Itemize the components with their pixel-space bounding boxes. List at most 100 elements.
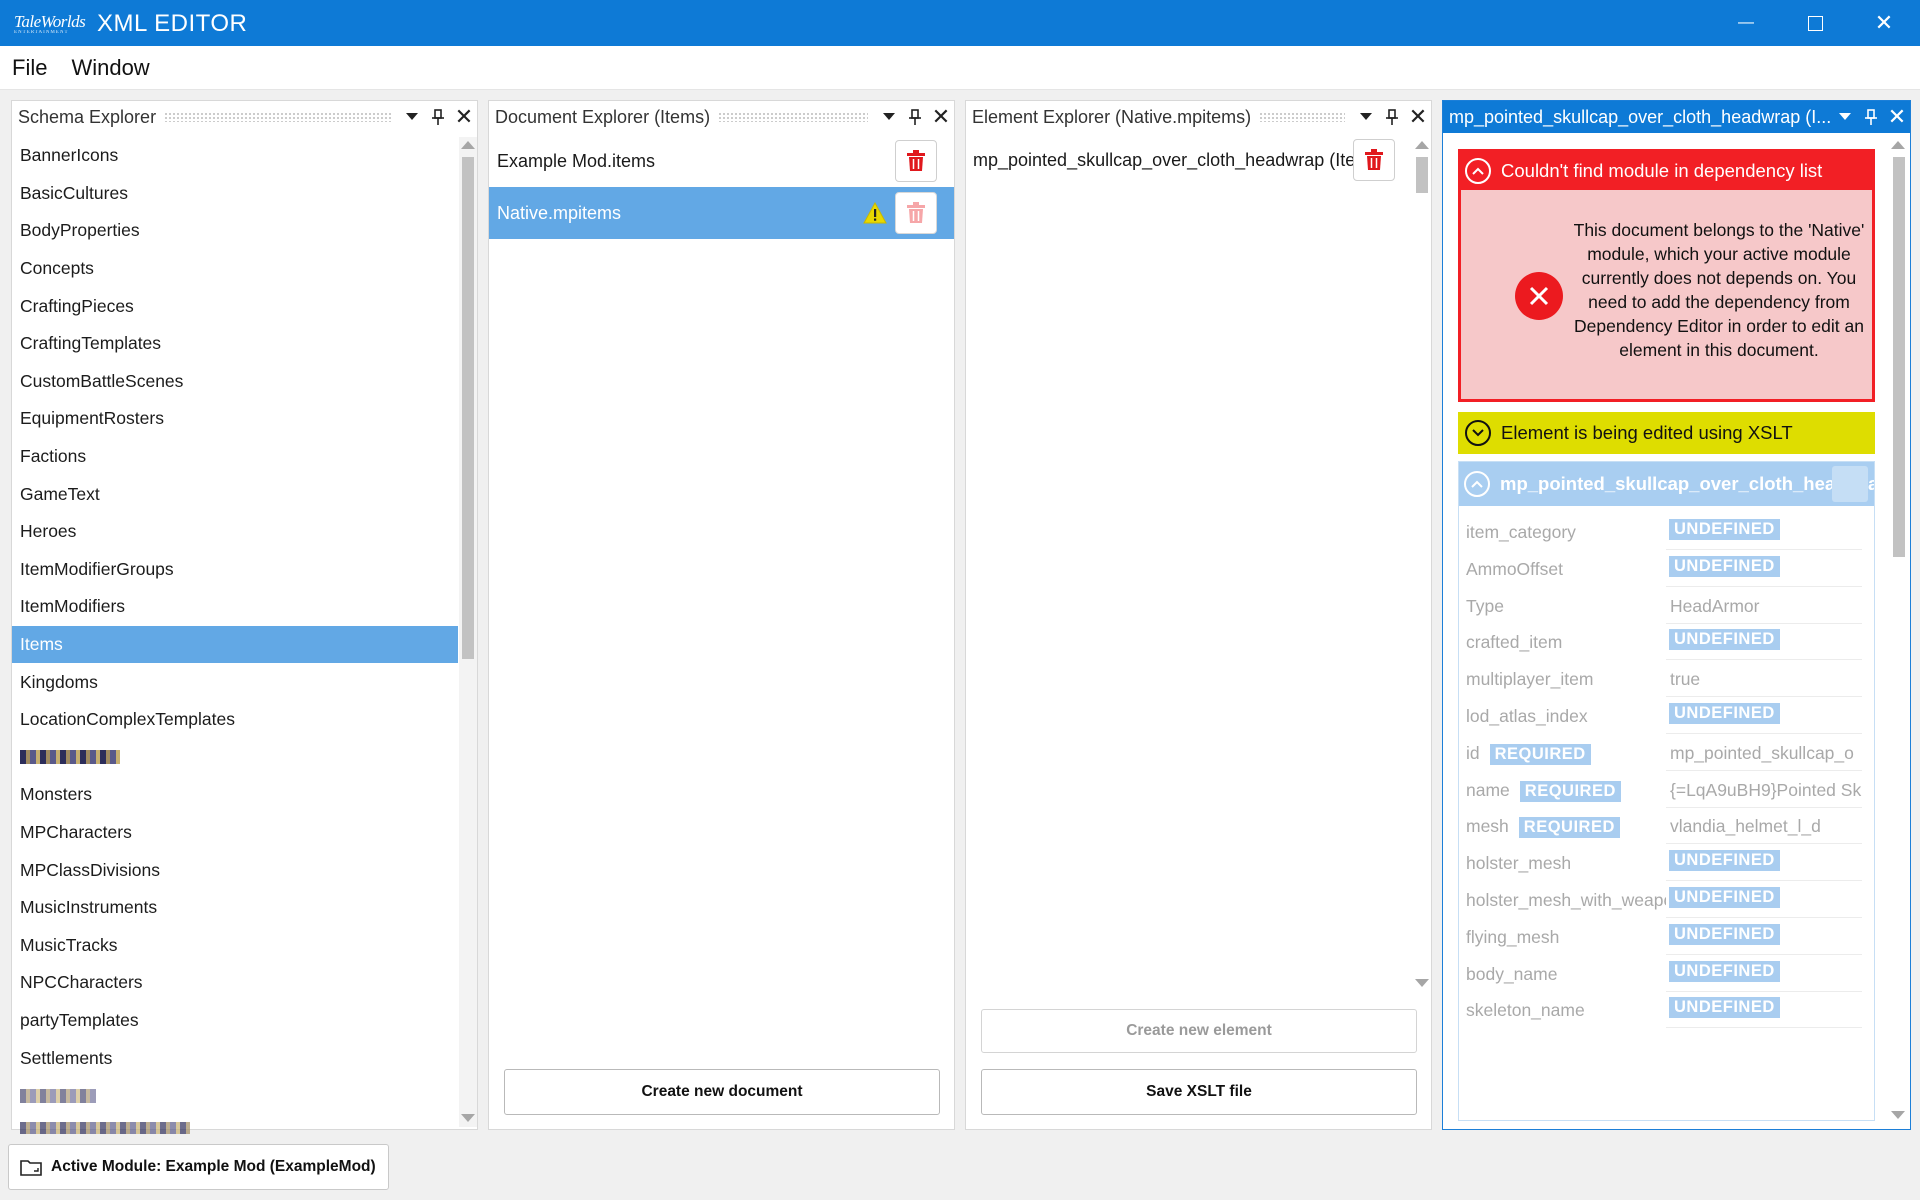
document-row-selected[interactable]: Native.mpitems (489, 187, 954, 239)
schema-item[interactable]: Settlements (12, 1039, 458, 1077)
minimize-button[interactable]: — (1712, 0, 1780, 46)
attribute-value: vlandia_helmet_l_d (1670, 816, 1821, 837)
schema-item[interactable]: ItemModifierGroups (12, 551, 458, 589)
editor-scrollbar[interactable] (1888, 137, 1910, 1127)
xslt-notice[interactable]: Element is being edited using XSLT (1458, 412, 1875, 454)
active-module-button[interactable]: Active Module: Example Mod (ExampleMod) (8, 1144, 389, 1190)
schema-item[interactable]: BasicCultures (12, 175, 458, 213)
schema-item[interactable]: Factions (12, 438, 458, 476)
attribute-value-field[interactable]: UNDEFINED (1666, 882, 1862, 918)
attribute-name: body_name (1466, 963, 1558, 984)
attribute-value-field[interactable]: UNDEFINED (1666, 624, 1862, 661)
pin-icon[interactable] (425, 104, 451, 130)
save-xslt-button[interactable]: Save XSLT file (981, 1069, 1417, 1115)
schema-item-obscured[interactable] (12, 1077, 458, 1115)
schema-item[interactable]: Kingdoms (12, 663, 458, 701)
element-options-button[interactable] (1832, 466, 1868, 502)
menu-file[interactable]: File (0, 55, 59, 81)
close-panel-icon[interactable]: ✕ (1405, 104, 1431, 130)
document-row[interactable]: Example Mod.items (489, 135, 954, 187)
scroll-down-icon[interactable] (461, 1114, 475, 1122)
scroll-thumb[interactable] (462, 157, 474, 659)
obscured-text (20, 1088, 96, 1103)
scroll-up-icon[interactable] (1891, 141, 1905, 149)
schema-item[interactable]: NPCCharacters (12, 964, 458, 1002)
attribute-value-field[interactable]: UNDEFINED (1666, 956, 1862, 992)
expand-icon[interactable] (1465, 420, 1491, 446)
attribute-value-field[interactable]: UNDEFINED (1666, 845, 1862, 882)
collapse-icon[interactable] (1464, 471, 1490, 497)
maximize-icon (1807, 15, 1823, 31)
schema-item[interactable]: CustomBattleScenes (12, 363, 458, 401)
undefined-badge: UNDEFINED (1669, 960, 1780, 982)
schema-item[interactable]: GameText (12, 475, 458, 513)
attribute-value-field[interactable]: HeadArmor (1666, 588, 1862, 624)
element-explorer-header: Element Explorer (Native.mpitems) ✕ (966, 101, 1431, 133)
element-editor-panel: mp_pointed_skullcap_over_cloth_headwrap … (1442, 100, 1911, 1130)
element-scrollbar[interactable] (1413, 137, 1431, 995)
drag-grip[interactable] (1259, 112, 1345, 122)
required-badge: REQUIRED (1518, 817, 1620, 839)
schema-item[interactable]: MusicInstruments (12, 889, 458, 927)
close-button[interactable]: ✕ (1850, 0, 1918, 46)
element-row[interactable]: mp_pointed_skullcap_over_cloth_headwrap … (966, 137, 1414, 183)
xslt-notice-text: Element is being edited using XSLT (1501, 422, 1793, 443)
attribute-value-field[interactable]: mp_pointed_skullcap_o (1666, 735, 1862, 771)
collapse-icon[interactable] (1465, 158, 1491, 184)
scroll-thumb[interactable] (1416, 157, 1428, 193)
schema-item[interactable]: Concepts (12, 250, 458, 288)
create-document-button[interactable]: Create new document (504, 1069, 940, 1115)
attribute-value-field[interactable]: UNDEFINED (1666, 698, 1862, 734)
attribute-value-field[interactable]: UNDEFINED (1666, 551, 1862, 587)
menu-window[interactable]: Window (59, 55, 161, 81)
attribute-value-field[interactable]: true (1666, 661, 1862, 698)
schema-item-obscured[interactable] (12, 739, 458, 777)
schema-item[interactable]: BodyProperties (12, 212, 458, 250)
delete-document-button[interactable] (895, 140, 937, 182)
schema-item[interactable]: MusicTracks (12, 926, 458, 964)
close-panel-icon[interactable]: ✕ (1884, 104, 1910, 130)
schema-item[interactable]: Heroes (12, 513, 458, 551)
pin-icon[interactable] (1379, 104, 1405, 130)
element-header[interactable]: mp_pointed_skullcap_over_cloth_headwrap (1459, 462, 1874, 506)
scroll-up-icon[interactable] (461, 141, 475, 149)
attribute-value-field[interactable]: {=LqA9uBH9}Pointed Sk (1666, 772, 1862, 808)
schema-item[interactable]: CraftingTemplates (12, 325, 458, 363)
element-name: mp_pointed_skullcap_over_cloth_headwrap … (973, 149, 1377, 170)
dropdown-icon[interactable] (399, 104, 425, 130)
attribute-value-field[interactable]: vlandia_helmet_l_d (1666, 808, 1862, 845)
error-header[interactable]: Couldn't find module in dependency list (1461, 152, 1872, 190)
schema-item[interactable]: Monsters (12, 776, 458, 814)
schema-item[interactable]: partyTemplates (12, 1002, 458, 1040)
maximize-button[interactable] (1781, 0, 1849, 46)
error-icon (1515, 272, 1563, 320)
create-element-button[interactable]: Create new element (981, 1009, 1417, 1053)
undefined-badge: UNDEFINED (1669, 519, 1780, 540)
schema-item[interactable]: ItemModifiers (12, 588, 458, 626)
dropdown-icon[interactable] (1832, 104, 1858, 130)
schema-scrollbar[interactable] (459, 137, 477, 1127)
element-editor-title: mp_pointed_skullcap_over_cloth_headwrap … (1449, 106, 1832, 127)
schema-item[interactable]: EquipmentRosters (12, 400, 458, 438)
close-panel-icon[interactable]: ✕ (451, 104, 477, 130)
schema-item[interactable]: BannerIcons (12, 137, 458, 175)
schema-item[interactable]: CraftingPieces (12, 287, 458, 325)
schema-item[interactable]: MPCharacters (12, 814, 458, 852)
dropdown-icon[interactable] (1353, 104, 1379, 130)
scroll-up-icon[interactable] (1415, 141, 1429, 149)
scroll-down-icon[interactable] (1891, 1111, 1905, 1119)
attribute-value-field[interactable]: UNDEFINED (1666, 992, 1862, 1029)
scroll-down-icon[interactable] (1415, 979, 1429, 987)
attribute-value-field[interactable]: UNDEFINED (1666, 514, 1862, 550)
schema-item[interactable]: LocationComplexTemplates (12, 701, 458, 739)
delete-document-button-disabled[interactable] (895, 192, 937, 234)
delete-element-button[interactable] (1353, 139, 1395, 181)
schema-item-selected[interactable]: Items (12, 625, 458, 664)
scroll-thumb[interactable] (1893, 157, 1905, 557)
attribute-value-field[interactable]: UNDEFINED (1666, 919, 1862, 955)
attribute-name: holster_mesh_with_weapon (1466, 890, 1666, 910)
pin-icon[interactable] (1858, 104, 1884, 130)
schema-item[interactable]: MPClassDivisions (12, 851, 458, 889)
schema-explorer-title: Schema Explorer (18, 106, 157, 127)
drag-grip[interactable] (164, 112, 391, 122)
